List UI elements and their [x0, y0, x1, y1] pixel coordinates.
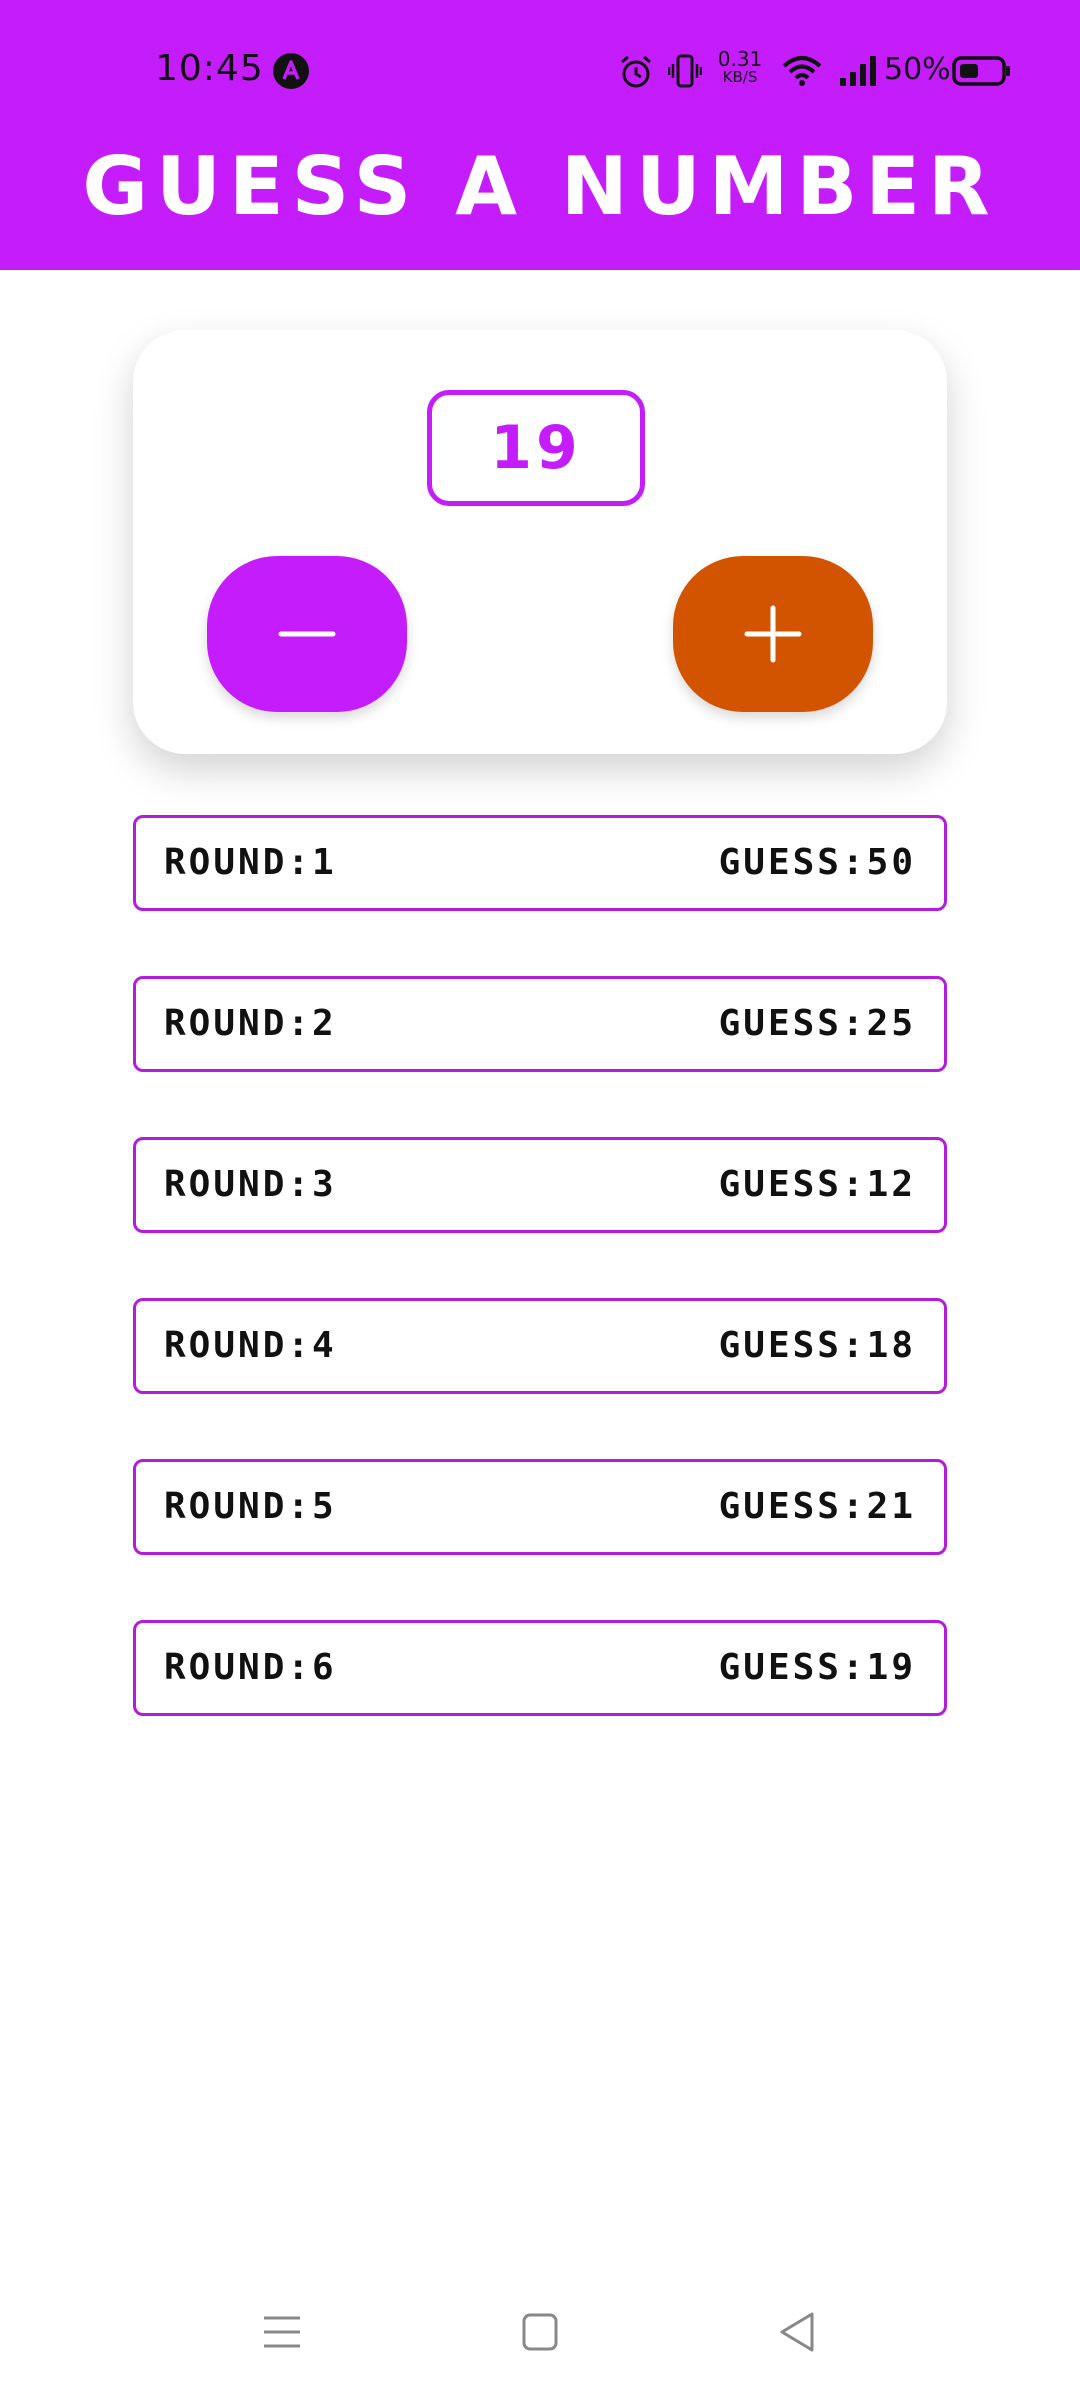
- battery-percent: 50%: [884, 52, 951, 87]
- minus-icon: [278, 631, 336, 637]
- system-nav-bar: [0, 2290, 1080, 2380]
- app-header: 10:45 0.31 KB/S 50% GUESS A NUMBER: [0, 0, 1080, 270]
- guess-log-item: ROUND:3 GUESS:12: [133, 1137, 947, 1233]
- vibrate-icon: [668, 54, 702, 88]
- wifi-icon: [782, 56, 822, 86]
- current-guess-display: 19: [427, 390, 645, 506]
- guess-log-item: ROUND:6 GUESS:19: [133, 1620, 947, 1716]
- plus-icon: [744, 605, 802, 663]
- guess-value: GUESS:21: [718, 1486, 916, 1527]
- round-label: ROUND:2: [164, 1003, 337, 1044]
- network-speed-unit: KB/S: [722, 68, 758, 86]
- network-speed-value: 0.31: [717, 47, 763, 71]
- status-bar: 10:45 0.31 KB/S 50%: [0, 0, 1080, 140]
- menu-icon[interactable]: [262, 2312, 302, 2352]
- guess-log-item: ROUND:1 GUESS:50: [133, 815, 947, 911]
- guess-card: 19: [133, 330, 947, 754]
- signal-icon: [840, 56, 876, 86]
- guess-value: GUESS:19: [718, 1647, 916, 1688]
- guess-value: GUESS:12: [718, 1164, 916, 1205]
- higher-button[interactable]: [673, 556, 873, 712]
- round-label: ROUND:6: [164, 1647, 337, 1688]
- round-label: ROUND:3: [164, 1164, 337, 1205]
- alarm-icon: [621, 55, 651, 88]
- guess-log-item: ROUND:2 GUESS:25: [133, 976, 947, 1072]
- app-notification-icon: [273, 53, 309, 89]
- lower-button[interactable]: [207, 556, 407, 712]
- guess-value: GUESS:25: [718, 1003, 916, 1044]
- battery-icon: [952, 56, 1010, 86]
- home-icon[interactable]: [522, 2312, 558, 2352]
- status-time: 10:45: [155, 48, 264, 89]
- guess-log-item: ROUND:4 GUESS:18: [133, 1298, 947, 1394]
- round-label: ROUND:4: [164, 1325, 337, 1366]
- network-speed: 0.31 KB/S: [716, 47, 764, 86]
- guess-value: GUESS:18: [718, 1325, 916, 1366]
- round-label: ROUND:5: [164, 1486, 337, 1527]
- round-label: ROUND:1: [164, 842, 337, 883]
- back-icon[interactable]: [778, 2310, 818, 2354]
- guess-log-item: ROUND:5 GUESS:21: [133, 1459, 947, 1555]
- page-title: GUESS A NUMBER: [82, 140, 998, 233]
- guess-value: GUESS:50: [718, 842, 916, 883]
